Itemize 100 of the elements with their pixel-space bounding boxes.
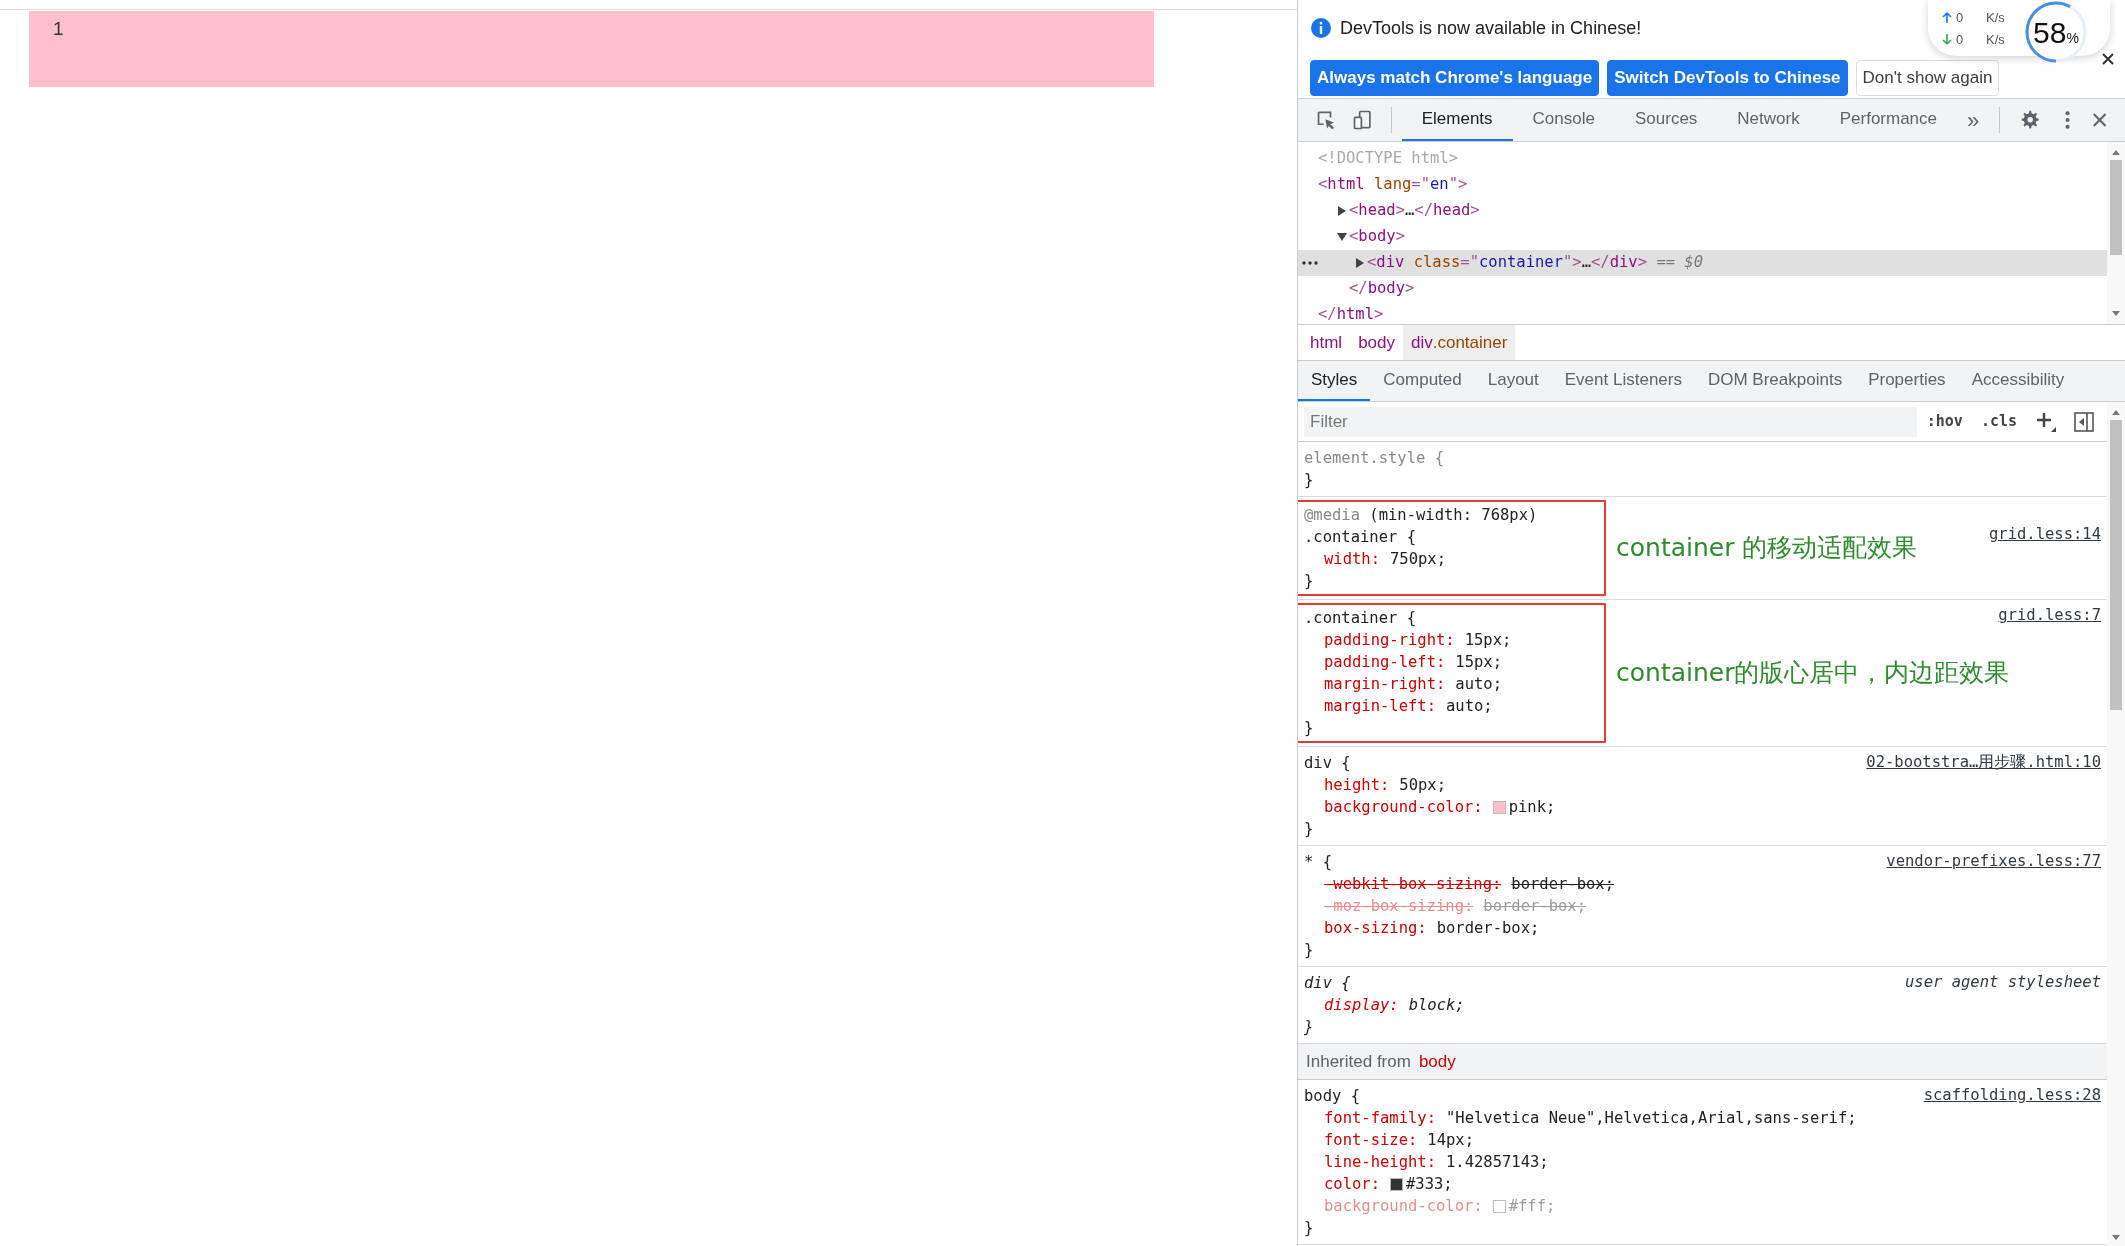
property-name: color:	[1324, 1174, 1380, 1195]
collapse-triangle-icon[interactable]	[1336, 231, 1348, 243]
scroll-down-icon[interactable]	[2111, 310, 2121, 318]
dom-node[interactable]: </body>	[1349, 277, 1415, 301]
close-icon[interactable]	[2091, 111, 2107, 129]
property-value: border-box;	[1483, 896, 1586, 917]
sidebar-tab[interactable]: Computed	[1370, 361, 1475, 401]
toggle-sidebar-icon[interactable]	[2073, 410, 2095, 433]
property-name: margin-left:	[1324, 696, 1436, 717]
color-swatch[interactable]	[1492, 1199, 1506, 1213]
dom-node[interactable]: <html lang="en">	[1318, 173, 1468, 197]
property-name: font-size:	[1324, 1130, 1418, 1151]
more-tabs-button[interactable]: »	[1957, 103, 1990, 137]
expand-triangle-icon[interactable]	[1336, 205, 1348, 217]
property-name: background-color:	[1324, 797, 1483, 818]
selected-row[interactable]: <div class="container">…</div> == $0	[1298, 250, 2107, 276]
source-link[interactable]: grid.less:14	[1989, 523, 2101, 545]
download-speed: 0	[1956, 30, 1965, 49]
infobar-button[interactable]: Switch DevTools to Chinese	[1607, 60, 1848, 96]
speed-unit: K/s	[1986, 9, 2005, 27]
close-icon[interactable]	[2101, 52, 2115, 66]
panel-tab[interactable]: Performance	[1819, 99, 1958, 141]
breadcrumb[interactable]: html	[1302, 325, 1351, 360]
css-selector: .container {	[1304, 609, 1416, 627]
property-value: #fff;	[1508, 1196, 1556, 1217]
property-value: pink;	[1508, 797, 1556, 818]
property-value: 50px;	[1399, 775, 1446, 796]
property-value: border-box;	[1511, 874, 1614, 895]
closing-brace: }	[1304, 1219, 1314, 1237]
class-toggle[interactable]: .cls	[1980, 410, 2017, 433]
expand-triangle-icon[interactable]	[1354, 257, 1366, 269]
source-link[interactable]: 02-bootstra…用步骤.html:10	[1866, 751, 2101, 773]
dom-node[interactable]: <body>	[1349, 225, 1405, 249]
property-name: background-color:	[1324, 1196, 1483, 1217]
settings-icon[interactable]	[2020, 108, 2041, 132]
property-value: auto;	[1446, 696, 1493, 717]
device-toolbar-icon[interactable]	[1352, 108, 1373, 132]
closing-brace: }	[1304, 1018, 1314, 1036]
new-rule-icon[interactable]	[2035, 410, 2057, 433]
property-value: border-box;	[1436, 918, 1540, 939]
property-name: display:	[1324, 995, 1399, 1016]
upload-speed: 0	[1956, 9, 1965, 27]
property-name: width:	[1324, 549, 1380, 570]
download-arrow-icon	[1942, 33, 1952, 46]
css-selector: div {	[1304, 974, 1351, 992]
annotation-text: container 的移动适配效果	[1616, 532, 1918, 565]
scroll-up-icon[interactable]	[2111, 408, 2121, 416]
breadcrumb[interactable]: body	[1350, 325, 1403, 360]
scroll-down-icon[interactable]	[2111, 1234, 2121, 1242]
sidebar-tab[interactable]: Properties	[1855, 361, 1959, 401]
sidebar-tab[interactable]: Styles	[1298, 361, 1371, 401]
infobar-message: DevTools is now available in Chinese!	[1340, 16, 1642, 40]
property-name: line-height:	[1324, 1152, 1436, 1173]
dom-node[interactable]: <head>…</head>	[1349, 199, 1480, 223]
breadcrumb[interactable]: div.container	[1403, 325, 1516, 360]
property-value: 15px;	[1455, 652, 1502, 673]
dom-node[interactable]: </html>	[1318, 303, 1384, 324]
source-link[interactable]: vendor-prefixes.less:77	[1886, 850, 2101, 872]
source-link[interactable]: scaffolding.less:28	[1923, 1084, 2101, 1106]
color-swatch[interactable]	[1390, 1177, 1403, 1191]
property-name: -webkit-box-sizing:	[1324, 874, 1502, 895]
property-value: "Helvetica Neue",Helvetica,Arial,sans-serif;	[1446, 1108, 1857, 1129]
inherited-element-link[interactable]: body	[1418, 1048, 1456, 1075]
property-value: block;	[1408, 995, 1465, 1016]
property-name: margin-right:	[1324, 674, 1446, 695]
sidebar-tab[interactable]: Event Listeners	[1551, 361, 1695, 401]
tree-row[interactable]: <body>	[1298, 224, 2107, 250]
panel-tab[interactable]: Elements	[1401, 99, 1513, 141]
sidebar-tab[interactable]: Accessibility	[1958, 361, 2078, 401]
usage-percent: 58	[2033, 14, 2067, 51]
css-selector: * {	[1304, 853, 1332, 871]
color-swatch[interactable]	[1492, 800, 1506, 814]
property-name: -moz-box-sizing:	[1324, 896, 1474, 917]
speed-unit: K/s	[1986, 30, 2005, 49]
panel-tab[interactable]: Network	[1717, 99, 1820, 141]
closing-brace: }	[1304, 820, 1314, 838]
info-icon	[1310, 17, 1332, 39]
inspect-element-icon[interactable]	[1316, 108, 1337, 132]
ellipsis-icon[interactable]	[1302, 261, 1318, 265]
tree-row[interactable]: <head>…</head>	[1298, 198, 2107, 224]
more-options-icon[interactable]	[2064, 109, 2070, 131]
sidebar-tab[interactable]: DOM Breakpoints	[1694, 361, 1856, 401]
css-selector: .container {	[1304, 528, 1416, 546]
scrollbar-thumb[interactable]	[2110, 420, 2122, 710]
filter-field[interactable]: Filter	[1304, 406, 1917, 437]
source-link[interactable]: grid.less:7	[1998, 604, 2101, 626]
inherited-label: Inherited from	[1306, 1050, 1411, 1073]
infobar-button[interactable]: Always match Chrome's language	[1310, 60, 1600, 96]
hover-state-toggle[interactable]: :hov	[1926, 410, 1963, 433]
panel-tab[interactable]: Sources	[1614, 99, 1718, 141]
annotation-text: container的版心居中，内边距效果	[1616, 657, 2010, 690]
infobar-button[interactable]: Don't show again	[1855, 60, 2000, 96]
dom-node[interactable]: <div class="container">…</div> == $0	[1367, 251, 1704, 275]
tree-row[interactable]: <html lang="en">	[1298, 172, 2107, 198]
scroll-up-icon[interactable]	[2111, 148, 2121, 156]
sidebar-tab[interactable]: Layout	[1474, 361, 1552, 401]
closing-brace: }	[1304, 941, 1314, 959]
source-label: user agent stylesheet	[1905, 972, 2101, 993]
scrollbar-thumb[interactable]	[2110, 160, 2122, 255]
panel-tab[interactable]: Console	[1512, 99, 1615, 141]
